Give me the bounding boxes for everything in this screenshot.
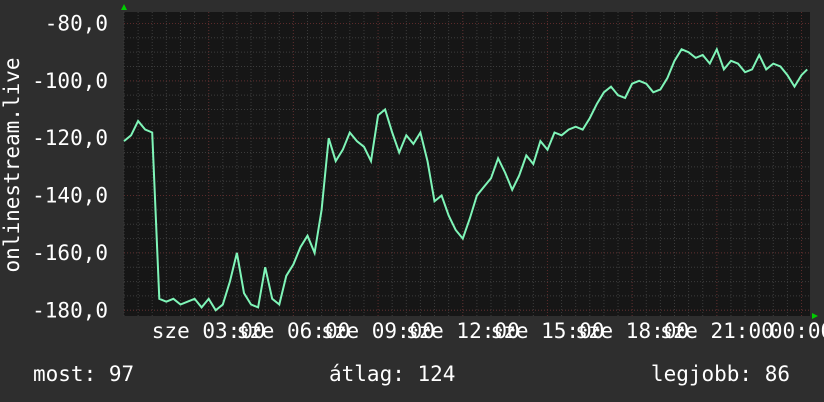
y-tick-label: -100,0	[32, 69, 108, 93]
y-tick-label: -140,0	[32, 184, 108, 208]
current-value-stat: most: 97	[33, 362, 135, 386]
y-tick-label: -180,0	[32, 298, 108, 322]
y-axis-arrow	[121, 4, 127, 10]
average-value-stat: átlag: 124	[329, 362, 456, 386]
y-axis-label: onlinestream.live	[0, 58, 24, 273]
y-tick-label: -160,0	[32, 241, 108, 265]
y-tick-label: -120,0	[32, 126, 108, 150]
x-tick-label: 00:00	[770, 319, 824, 343]
best-value-stat: legjobb: 86	[650, 362, 790, 386]
y-tick-label: -80,0	[45, 11, 108, 35]
y-axis-ticks: -80,0 -100,0 -120,0 -140,0 -160,0 -180,0	[32, 11, 108, 322]
chart: -80,0 -100,0 -120,0 -140,0 -160,0 -180,0 sze …	[0, 4, 824, 343]
x-axis-ticks: sze 03:00sze 06:00sze 09:00sze 12:00sze …	[152, 319, 824, 343]
plot-area	[124, 12, 810, 316]
x-tick-label: sze 21:00	[660, 319, 774, 343]
